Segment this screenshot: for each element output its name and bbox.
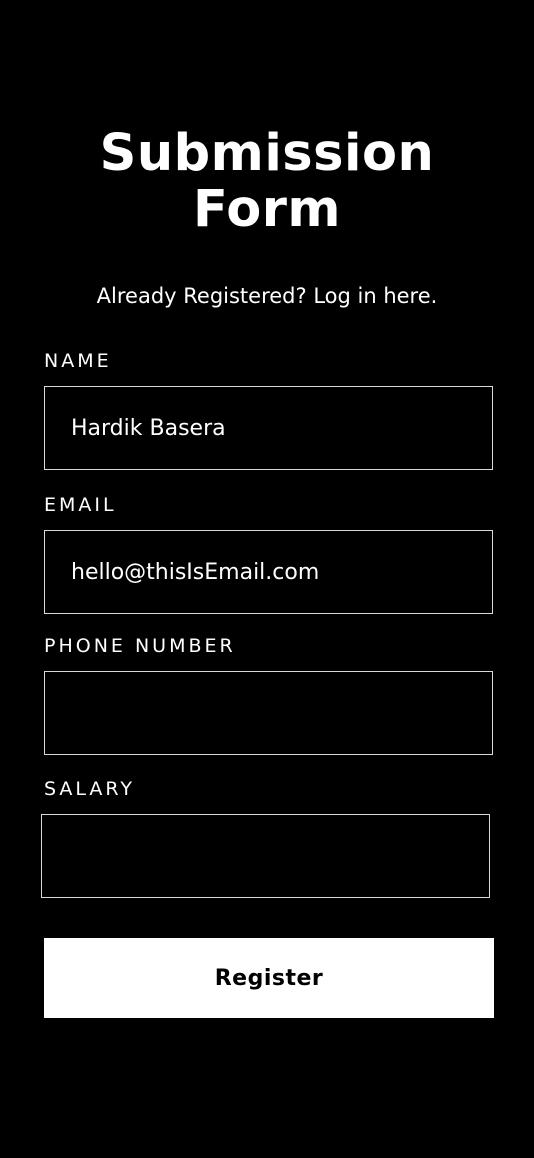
phone-number-field[interactable]: [44, 671, 493, 755]
salary-label: SALARY: [44, 778, 136, 800]
salary-field[interactable]: [41, 814, 490, 898]
email-field[interactable]: [44, 530, 493, 614]
name-field[interactable]: [44, 386, 493, 470]
phone-number-label: PHONE NUMBER: [44, 635, 236, 657]
register-button[interactable]: Register: [44, 938, 494, 1018]
submission-form-screen: Submission Form Already Registered? Log …: [0, 0, 534, 1158]
page-title-line-2: Form: [192, 180, 342, 239]
email-label: EMAIL: [44, 494, 117, 516]
page-title-line-1: Submission: [99, 124, 435, 183]
login-link[interactable]: Already Registered? Log in here.: [0, 282, 534, 310]
name-label: NAME: [44, 350, 112, 372]
page-title: Submission Form: [0, 126, 534, 238]
